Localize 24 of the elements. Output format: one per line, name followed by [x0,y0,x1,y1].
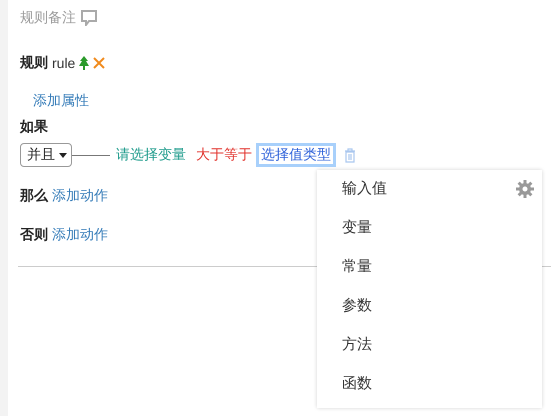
add-action-link[interactable]: 添加动作 [52,187,108,205]
menu-item[interactable]: 函数 [317,371,542,410]
tree-icon[interactable] [79,56,90,70]
add-action-link[interactable]: 添加动作 [52,226,108,244]
else-label: 否则 [20,226,48,244]
remark-title: 规则备注 [20,9,76,27]
rule-name: rule [52,55,76,71]
rule-label: 规则 [20,54,48,72]
operator-select[interactable]: 大于等于 [196,146,252,164]
menu-item[interactable]: 参数 [317,293,542,332]
caret-icon [59,152,67,158]
menu-item[interactable]: 常量 [317,254,542,293]
add-attribute-link[interactable]: 添加属性 [33,92,551,110]
trash-icon[interactable] [344,148,356,162]
menu-item[interactable]: 方法 [317,332,542,371]
settings-icon[interactable] [516,180,534,198]
join-dropdown[interactable]: 并且 [20,143,72,167]
menu-item[interactable]: 变量 [317,215,542,254]
value-type-select[interactable]: 选择值类型 [256,143,336,167]
menu-item[interactable]: 输入值 [317,176,542,215]
if-label: 如果 [20,118,49,136]
comment-icon[interactable] [80,10,98,26]
then-label: 那么 [20,187,48,205]
close-icon[interactable] [93,57,106,69]
